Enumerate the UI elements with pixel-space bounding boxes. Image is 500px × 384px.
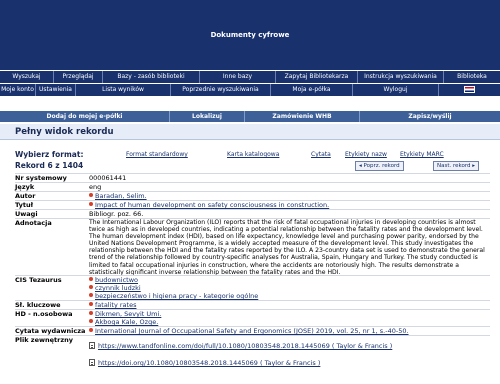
locate-button[interactable]: Lokalizuj xyxy=(170,111,245,122)
record-counter: Rekord 6 z 1404 xyxy=(15,161,84,170)
action-bar: Dodaj do mojej e-półki Lokalizuj Zamówie… xyxy=(0,111,500,122)
record-row-thesaurus: CIS Tezaurus budownictwo czynnik ludzki … xyxy=(15,275,490,300)
format-marc-labels-link[interactable]: Etykiety MARC xyxy=(400,151,444,158)
record-navigation: Rekord 6 z 1404 ◂ Poprz. rekord Nast. re… xyxy=(15,161,490,172)
thesaurus-term-link[interactable]: bezpieczeństwo i higiena pracy - kategor… xyxy=(95,292,258,300)
next-record-label: Nast. rekord xyxy=(437,163,471,169)
field-label: Plik zewnętrzny xyxy=(15,336,73,344)
secondary-nav: Moje konto Ustawienia Lista wyników Popr… xyxy=(0,84,500,96)
record-row-abstract: Adnotacja The International Labour Organ… xyxy=(15,218,490,276)
author-link[interactable]: Baradan, Selim. xyxy=(95,192,147,200)
page-title: Pełny widok rekordu xyxy=(15,127,114,137)
format-standard-link[interactable]: Format standardowy xyxy=(126,151,188,158)
nav-settings[interactable]: Ustawienia xyxy=(36,84,76,96)
record-row-external-files: Plik zewnętrzny https://www.tandfonline.… xyxy=(15,335,490,371)
nav-ask-librarian[interactable]: Zapytaj Bibliotekarza xyxy=(276,71,358,83)
record-row-title: Tytuł Impact of human development on saf… xyxy=(15,200,490,209)
save-send-button[interactable]: Zapisz/wyślij xyxy=(360,111,500,122)
field-label: Adnotacja xyxy=(15,219,52,227)
nav-my-eshelf[interactable]: Moja e-półka xyxy=(271,84,353,96)
arrow-right-icon: ▸ xyxy=(472,163,476,169)
coauthor-link[interactable]: Akboga Kale, Ozge. xyxy=(95,318,158,326)
nav-logout[interactable]: Wyloguj xyxy=(353,84,439,96)
site-banner: Dokumenty cyfrowe xyxy=(0,0,500,70)
title-link[interactable]: Impact of human development on safety co… xyxy=(95,201,329,209)
field-label: Autor xyxy=(15,192,36,200)
record-row-author: Autor Baradan, Selim. xyxy=(15,191,490,200)
previous-record-label: Poprz. rekord xyxy=(363,163,400,169)
external-file-link[interactable]: https://www.tandfonline.com/doi/full/10.… xyxy=(98,342,392,350)
thesaurus-term-link[interactable]: budownictwo xyxy=(95,276,138,284)
link-bullet-icon xyxy=(89,311,93,315)
format-label: Wybierz format: xyxy=(15,150,84,159)
record-row-sysno: Nr systemowy 000061441 xyxy=(15,173,490,182)
nav-search-instructions[interactable]: Instrukcja wyszukiwania xyxy=(358,71,444,83)
field-label: HD - n.osobowa xyxy=(15,310,73,318)
link-bullet-icon xyxy=(89,277,93,281)
link-bullet-icon xyxy=(89,302,93,306)
nav-search[interactable]: Wyszukaj xyxy=(0,71,54,83)
journal-link[interactable]: International Journal of Occupational Sa… xyxy=(95,327,409,335)
field-label: Tytuł xyxy=(15,201,34,209)
next-record-button[interactable]: Nast. rekord ▸ xyxy=(433,161,480,171)
nav-browse[interactable]: Przeglądaj xyxy=(54,71,103,83)
record-row-coauthors: HD - n.osobowa Dikmen, Sevyit Umi. Akbog… xyxy=(15,309,490,326)
thesaurus-term-link[interactable]: czynnik ludzki xyxy=(95,284,141,292)
nav-my-account[interactable]: Moje konto xyxy=(0,84,36,96)
field-value: Bibliogr. poz. 66. xyxy=(89,210,144,218)
previous-record-button[interactable]: ◂ Poprz. rekord xyxy=(355,161,404,171)
field-value: 000061441 xyxy=(89,174,127,182)
field-label: Cytata wydawnicza xyxy=(15,327,86,335)
external-file-link[interactable]: https://doi.org/10.1080/10803548.2018.14… xyxy=(98,359,320,367)
link-bullet-icon xyxy=(89,193,93,197)
coauthor-link[interactable]: Dikmen, Sevyit Umi. xyxy=(95,310,161,318)
order-whb-button[interactable]: Zamówienie WHB xyxy=(245,111,360,122)
nav-library-databases[interactable]: Bazy - zasób biblioteki xyxy=(103,71,200,83)
field-label: Uwagi xyxy=(15,210,38,218)
format-catalog-card-link[interactable]: Karta katalogowa xyxy=(227,151,279,158)
link-bullet-icon xyxy=(89,285,93,289)
format-selector: Wybierz format: Format standardowy Karta… xyxy=(15,150,490,160)
format-citation-link[interactable]: Cytata xyxy=(311,151,331,158)
nav-result-list[interactable]: Lista wyników xyxy=(76,84,171,96)
nav-other-databases[interactable]: Inne bazy xyxy=(200,71,276,83)
record-row-keywords: Sł. kluczowe fatality rates xyxy=(15,300,490,309)
link-bullet-icon xyxy=(89,328,93,332)
record-row-notes: Uwagi Bibliogr. poz. 66. xyxy=(15,209,490,218)
uk-flag-icon[interactable] xyxy=(464,86,475,93)
field-value: eng xyxy=(89,183,102,191)
abstract-text: The International Labour Organization (I… xyxy=(89,219,485,276)
banner-title: Dokumenty cyfrowe xyxy=(210,31,290,39)
document-icon[interactable] xyxy=(89,342,95,349)
field-label: Sł. kluczowe xyxy=(15,301,61,309)
link-bullet-icon xyxy=(89,319,93,323)
field-label: Nr systemowy xyxy=(15,174,67,182)
keyword-link[interactable]: fatality rates xyxy=(95,301,136,309)
record-table: Nr systemowy 000061441 Język eng Autor B… xyxy=(15,173,490,371)
field-label: CIS Tezaurus xyxy=(15,276,62,284)
section-header: Pełny widok rekordu xyxy=(0,124,500,140)
nav-previous-searches[interactable]: Poprzednie wyszukiwania xyxy=(171,84,271,96)
record-row-language: Język eng xyxy=(15,182,490,191)
link-bullet-icon xyxy=(89,293,93,297)
link-bullet-icon xyxy=(89,202,93,206)
nav-library[interactable]: Biblioteka xyxy=(444,71,500,83)
add-to-eshelf-button[interactable]: Dodaj do mojej e-półki xyxy=(0,111,170,122)
record-row-publisher-citation: Cytata wydawnicza International Journal … xyxy=(15,326,490,335)
primary-nav: Wyszukaj Przeglądaj Bazy - zasób bibliot… xyxy=(0,71,500,83)
document-icon[interactable] xyxy=(89,359,95,366)
language-switch[interactable] xyxy=(439,84,500,96)
format-name-labels-link[interactable]: Etykiety nazw xyxy=(345,151,387,158)
arrow-left-icon: ◂ xyxy=(359,163,362,169)
field-label: Język xyxy=(15,183,35,191)
